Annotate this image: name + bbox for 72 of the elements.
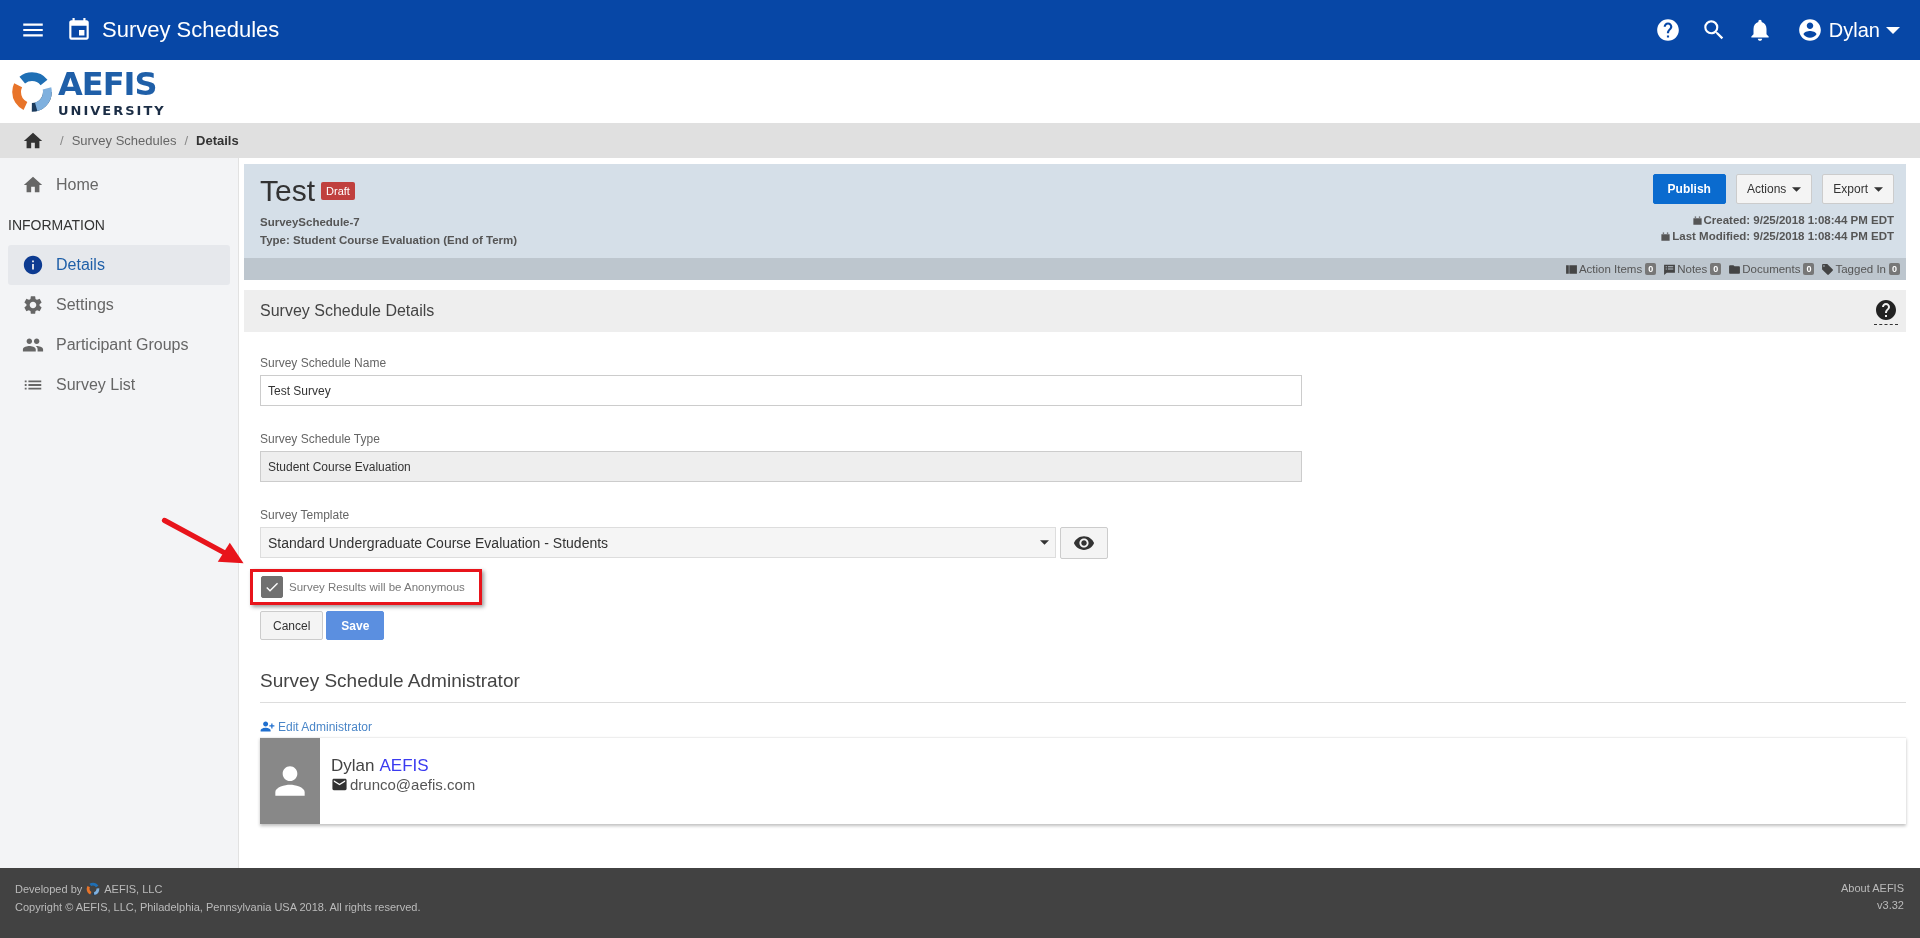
preview-button[interactable] (1060, 527, 1108, 559)
input-field[interactable]: Student Course Evaluation (260, 451, 1302, 482)
ring-logo-icon (86, 882, 101, 896)
field-label: Survey Template (260, 508, 351, 522)
folder-icon (1728, 262, 1742, 276)
caret-icon (1886, 26, 1900, 34)
panel-title: Survey Schedule Details (260, 302, 435, 320)
help-icon[interactable] (1654, 17, 1681, 43)
sidebar-item[interactable]: Settings (8, 285, 230, 325)
record-type: Type: Student Course Evaluation (End of Term) (260, 234, 518, 246)
cancel-button[interactable]: Cancel (260, 611, 324, 640)
breadcrumb-separator: / (184, 133, 189, 148)
page-title: Survey Schedules (102, 17, 280, 43)
section-title: Survey Schedule Administrator (260, 670, 1906, 703)
columns-icon (1564, 262, 1578, 276)
breadcrumb-current: Details (196, 133, 239, 148)
logo-subtitle: UNIVERSITY (58, 103, 166, 118)
ring-logo-icon (10, 69, 54, 114)
sidebar-item[interactable]: Survey List (8, 365, 230, 405)
counter-link[interactable]: Action Items 0 (1564, 262, 1657, 276)
sidebar-item[interactable]: Participant Groups (8, 325, 230, 365)
tag-icon (1821, 262, 1835, 276)
dropdown-button[interactable]: Actions (1735, 174, 1813, 204)
record-id: SurveySchedule-7 (260, 216, 361, 228)
company-name: AEFIS, LLC (104, 883, 163, 895)
calendar-icon (66, 17, 92, 43)
footer-text: Developed by (15, 883, 83, 895)
logo-wordmark: AEFIS (58, 65, 158, 103)
first-name: Dylan (331, 756, 375, 776)
last-name-link[interactable]: AEFIS (379, 756, 429, 776)
publish-button[interactable]: Publish (1652, 174, 1726, 204)
count-badge: 0 (1710, 263, 1722, 275)
field-label: Survey Schedule Name (260, 356, 388, 370)
person-add-icon (260, 719, 275, 734)
dropdown-button[interactable]: Export (1822, 174, 1894, 204)
select-field[interactable]: Standard Undergraduate Course Evaluation - Students (260, 527, 1056, 558)
modified-date: Last Modified: 9/25/2018 1:08:44 PM EDT (1672, 230, 1894, 242)
input-field[interactable]: Test Survey (260, 375, 1302, 406)
breadcrumb-separator: / (60, 133, 64, 148)
counter-link[interactable]: Tagged In 0 (1821, 262, 1900, 276)
created-date: Created: 9/25/2018 1:08:44 PM EDT (1703, 214, 1894, 226)
envelope-icon (331, 776, 348, 793)
caret-icon (1040, 540, 1049, 545)
info-icon (22, 254, 44, 276)
copyright-text: Copyright © AEFIS, LLC, Philadelphia, Pennsylvania USA 2018. All rights reserved. (15, 901, 421, 913)
caret-icon (1874, 186, 1883, 192)
counter-link[interactable]: Documents 0 (1728, 262, 1815, 276)
count-badge: 0 (1803, 263, 1815, 275)
about-link[interactable]: About AEFIS (1841, 882, 1904, 894)
section-heading: INFORMATION (8, 216, 106, 235)
sidebar-item[interactable]: Details (8, 245, 230, 285)
count-badge: 0 (1889, 263, 1900, 275)
email-address: drunco@aefis.com (350, 776, 476, 793)
help-button[interactable] (1874, 297, 1898, 325)
settings-icon (22, 294, 44, 316)
calendar-icon (1660, 230, 1672, 242)
checkbox-label: Survey Results will be Anonymous (289, 581, 465, 593)
status-badge: Draft (321, 182, 355, 200)
record-title: Test (260, 174, 316, 208)
save-button[interactable]: Save (326, 611, 385, 640)
user-menu-button[interactable]: Dylan (1796, 17, 1900, 43)
caret-icon (1792, 186, 1802, 192)
breadcrumb-link[interactable]: Survey Schedules (71, 133, 177, 148)
calendar-icon (1691, 214, 1703, 226)
version-text: v3.32 (1877, 899, 1904, 911)
help-icon (1874, 297, 1898, 322)
notes-icon (1663, 262, 1677, 276)
field-label: Survey Schedule Type (260, 432, 381, 446)
sidebar-item[interactable]: Home (8, 165, 230, 205)
count-badge: 0 (1645, 263, 1657, 275)
counter-link[interactable]: Notes 0 (1663, 262, 1722, 276)
edit-administrator-link[interactable]: Edit Administrator (260, 719, 1906, 734)
